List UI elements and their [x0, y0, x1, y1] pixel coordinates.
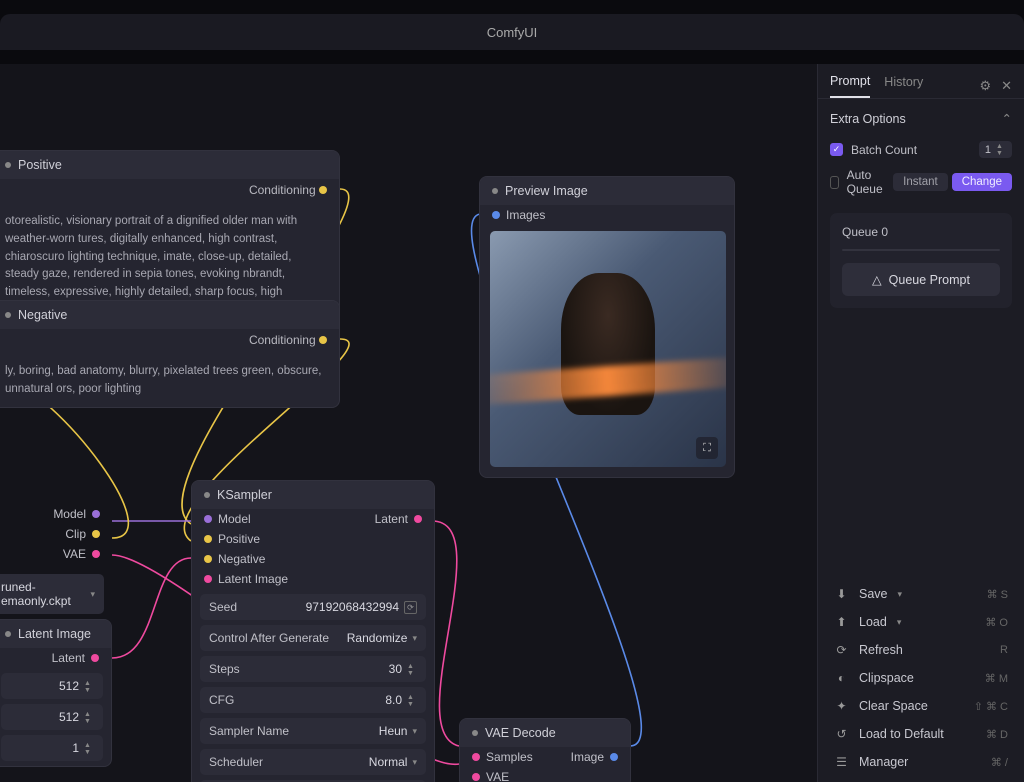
- sidebar-actions: ⬇Save▾⌘ S ⬆Load▾⌘ O ⟳RefreshR ◐Clipspace…: [818, 574, 1024, 782]
- node-ksampler[interactable]: KSampler ModelLatent Positive Negative L…: [191, 480, 435, 782]
- node-title: Positive: [18, 158, 62, 172]
- queue-count: Queue 0: [842, 225, 1000, 239]
- latent-batch[interactable]: 1▲▼: [1, 735, 103, 761]
- node-negative[interactable]: Negative Conditioning ly, boring, bad an…: [0, 300, 340, 408]
- download-icon: ⬇: [834, 587, 849, 601]
- batch-count-input[interactable]: 1▲▼: [979, 141, 1012, 158]
- window-titlebar: ComfyUI: [0, 14, 1024, 50]
- manager-button[interactable]: ☰Manager⌘ /: [824, 748, 1018, 776]
- node-vae-decode[interactable]: VAE Decode SamplesImage VAE: [459, 718, 631, 782]
- control-after-generate[interactable]: Control After GenerateRandomize▾: [200, 625, 426, 651]
- reset-icon: ↺: [834, 727, 849, 741]
- latent-width[interactable]: 512▲▼: [1, 673, 103, 699]
- queue-prompt-button[interactable]: △ Queue Prompt: [842, 263, 1000, 296]
- node-title: VAE Decode: [485, 726, 556, 740]
- scheduler-select[interactable]: SchedulerNormal▾: [200, 749, 426, 775]
- refresh-icon: ⟳: [834, 643, 849, 657]
- tab-prompt[interactable]: Prompt: [830, 74, 870, 98]
- seed-field[interactable]: Seed97192068432994⟳: [200, 594, 426, 620]
- expand-icon[interactable]: ⛶: [696, 437, 718, 459]
- chevron-up-icon[interactable]: ⌃: [1002, 111, 1012, 126]
- batch-count-checkbox[interactable]: ✓: [830, 143, 843, 156]
- node-preview-image[interactable]: Preview Image Images ⛶: [479, 176, 735, 478]
- negative-prompt-text[interactable]: ly, boring, bad anatomy, blurry, pixelat…: [0, 355, 339, 407]
- right-sidebar: Prompt History ⚙ ✕ Extra Options ⌃ ✓ Bat…: [817, 64, 1024, 782]
- preview-image-output[interactable]: ⛶: [490, 231, 726, 467]
- node-canvas[interactable]: Positive Conditioning otorealistic, visi…: [0, 64, 817, 782]
- auto-queue-checkbox[interactable]: [830, 176, 839, 189]
- app-title: ComfyUI: [487, 25, 538, 40]
- change-button[interactable]: Change: [952, 173, 1012, 191]
- save-button[interactable]: ⬇Save▾⌘ S: [824, 580, 1018, 608]
- cfg-field[interactable]: CFG8.0▲▼: [200, 687, 426, 713]
- load-default-button[interactable]: ↺Load to Default⌘ D: [824, 720, 1018, 748]
- node-title: Negative: [18, 308, 67, 322]
- node-title: Preview Image: [505, 184, 588, 198]
- checkpoint-select[interactable]: runed-emaonly.ckpt▾: [0, 574, 104, 614]
- node-title: KSampler: [217, 488, 272, 502]
- node-latent-image[interactable]: Latent Image Latent 512▲▼ 512▲▼ 1▲▼: [0, 619, 112, 767]
- queue-progress: [842, 249, 1000, 251]
- load-button[interactable]: ⬆Load▾⌘ O: [824, 608, 1018, 636]
- upload-icon: ⬆: [834, 615, 849, 629]
- clear-space-button[interactable]: ✦Clear Space⇧ ⌘ C: [824, 692, 1018, 720]
- steps-field[interactable]: Steps30▲▼: [200, 656, 426, 682]
- sampler-select[interactable]: Sampler NameHeun▾: [200, 718, 426, 744]
- close-icon[interactable]: ✕: [1001, 78, 1012, 94]
- queue-icon: △: [872, 272, 882, 287]
- node-loader-ports: Model Clip VAE: [0, 504, 112, 564]
- node-title: Latent Image: [18, 627, 91, 641]
- list-icon: ☰: [834, 755, 849, 769]
- queue-panel: Queue 0 △ Queue Prompt: [830, 213, 1012, 308]
- tab-history[interactable]: History: [884, 75, 923, 97]
- extra-options-title: Extra Options: [830, 112, 906, 126]
- sparkle-icon: ✦: [834, 699, 849, 713]
- latent-height[interactable]: 512▲▼: [1, 704, 103, 730]
- settings-icon[interactable]: ⚙: [979, 78, 991, 94]
- instant-button[interactable]: Instant: [893, 173, 948, 191]
- randomize-icon: ⟳: [404, 601, 417, 614]
- refresh-button[interactable]: ⟳RefreshR: [824, 636, 1018, 664]
- clipspace-icon: ◐: [834, 671, 849, 685]
- clipspace-button[interactable]: ◐Clipspace⌘ M: [824, 664, 1018, 692]
